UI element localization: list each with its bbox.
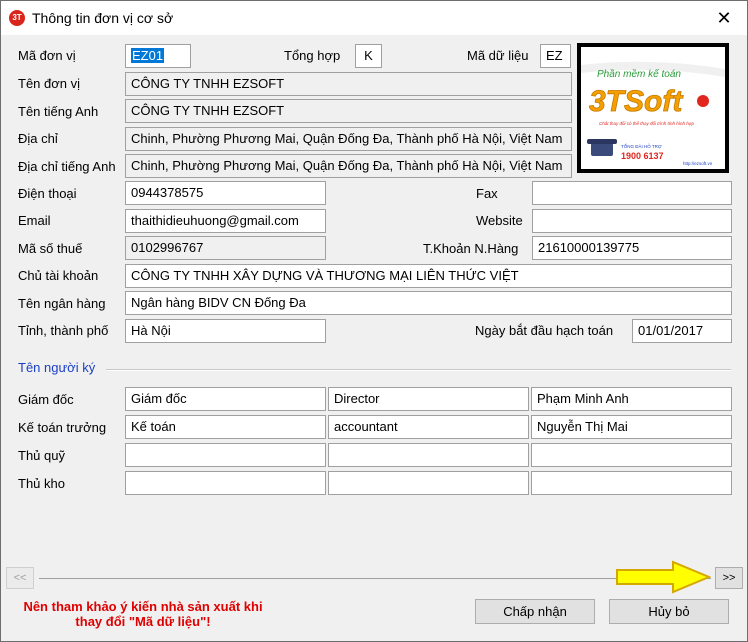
warning-text: Nên tham khảo ý kiến nhà sản xuất khi th… (23, 599, 263, 629)
giam-doc-title-en-input[interactable]: Director (328, 387, 529, 411)
giam-doc-title-vi-input[interactable]: Giám đốc (125, 387, 326, 411)
website-label: Website (476, 213, 523, 228)
dialog-window: 3T Thông tin đơn vị cơ sở ✕ Mã đơn vị EZ… (0, 0, 748, 642)
ke-toan-title-vi-input[interactable]: Kế toán (125, 415, 326, 439)
website-input[interactable] (532, 209, 732, 233)
prev-button[interactable]: << (6, 567, 34, 589)
email-input[interactable]: thaithidieuhuong@gmail.com (125, 209, 326, 233)
ma-so-thue-label: Mã số thuế (18, 241, 83, 256)
ke-toan-truong-label: Kế toán trưởng (18, 420, 107, 435)
tinh-thanh-pho-label: Tỉnh, thành phố (18, 323, 109, 338)
thu-quy-name-input[interactable] (531, 443, 732, 467)
dien-thoai-label: Điện thoại (18, 186, 77, 201)
tong-hop-input[interactable]: K (355, 44, 382, 68)
ten-don-vi-input[interactable]: CÔNG TY TNHH EZSOFT (125, 72, 572, 96)
app-logo-icon: 3T (9, 10, 25, 26)
thu-kho-name-input[interactable] (531, 471, 732, 495)
ngay-bat-dau-label: Ngày bắt đầu hạch toán (475, 323, 614, 338)
logo-graphic: Phần mềm kế toán 3TSoft Chất thay đổi có… (581, 47, 725, 169)
chu-tai-khoan-input[interactable]: CÔNG TY TNHH XÂY DỰNG VÀ THƯƠNG MẠI LIÊN… (125, 264, 732, 288)
ke-toan-title-en-input[interactable]: accountant (328, 415, 529, 439)
email-label: Email (18, 213, 51, 228)
ma-du-lieu-input[interactable]: EZ (540, 44, 571, 68)
chu-tai-khoan-label: Chủ tài khoản (18, 268, 99, 283)
logo-hotline: 1900 6137 (621, 151, 664, 161)
ma-du-lieu-label: Mã dữ liệu (467, 48, 529, 63)
phone-icon (587, 139, 617, 156)
title-bar: 3T Thông tin đơn vị cơ sở ✕ (1, 1, 747, 35)
tinh-thanh-pho-input[interactable]: Hà Nội (125, 319, 326, 343)
thu-kho-title-vi-input[interactable] (125, 471, 326, 495)
dia-chi-tieng-anh-label: Địa chỉ tiếng Anh (18, 159, 116, 174)
ma-don-vi-value: EZ01 (131, 48, 165, 63)
company-logo: Phần mềm kế toán 3TSoft Chất thay đổi có… (577, 43, 729, 173)
tai-khoan-label: T.Khoản N.Hàng (423, 241, 519, 256)
signers-section-label: Tên người ký (18, 360, 96, 375)
dia-chi-tieng-anh-input[interactable]: Chinh, Phường Phương Mai, Quận Đống Đa, … (125, 154, 572, 178)
ten-ngan-hang-input[interactable]: Ngân hàng BIDV CN Đống Đa (125, 291, 732, 315)
thu-quy-title-vi-input[interactable] (125, 443, 326, 467)
tong-hop-label: Tổng hợp (284, 48, 341, 63)
dia-chi-input[interactable]: Chinh, Phường Phương Mai, Quận Đống Đa, … (125, 127, 572, 151)
ngay-bat-dau-input[interactable]: 01/01/2017 (632, 319, 732, 343)
ma-don-vi-label: Mã đơn vị (18, 48, 76, 63)
accept-button[interactable]: Chấp nhận (475, 599, 595, 624)
next-button[interactable]: >> (715, 567, 743, 589)
close-icon[interactable]: ✕ (701, 1, 747, 35)
giam-doc-name-input[interactable]: Phạm Minh Anh (531, 387, 732, 411)
signers-separator (106, 369, 731, 371)
arrow-pointer-icon (616, 560, 711, 594)
thu-kho-title-en-input[interactable] (328, 471, 529, 495)
dien-thoai-input[interactable]: 0944378575 (125, 181, 326, 205)
ten-don-vi-label: Tên đơn vị (18, 76, 80, 91)
ten-tieng-anh-input[interactable]: CÔNG TY TNHH EZSOFT (125, 99, 572, 123)
tai-khoan-input[interactable]: 21610000139775 (532, 236, 732, 260)
logo-subtext: Chất thay đổi có thể thay đổi trình tính… (599, 120, 695, 126)
dia-chi-label: Địa chỉ (18, 131, 58, 146)
fax-label: Fax (476, 186, 498, 201)
ma-so-thue-input[interactable]: 0102996767 (125, 236, 326, 260)
window-title: Thông tin đơn vị cơ sở (32, 10, 174, 26)
giam-doc-label: Giám đốc (18, 392, 74, 407)
thu-kho-label: Thủ kho (18, 476, 65, 491)
thu-quy-title-en-input[interactable] (328, 443, 529, 467)
ke-toan-name-input[interactable]: Nguyễn Thị Mai (531, 415, 732, 439)
logo-hotline-label: TỔNG ĐÀI HỖ TRỢ (621, 143, 662, 149)
logo-tagline: Phần mềm kế toán (597, 68, 681, 80)
ten-ngan-hang-label: Tên ngân hàng (18, 296, 106, 311)
fax-input[interactable] (532, 181, 732, 205)
nav-track (39, 578, 711, 579)
logo-brand: 3TSoft (589, 85, 684, 118)
cancel-button[interactable]: Hủy bỏ (609, 599, 729, 624)
thu-quy-label: Thủ quỹ (18, 448, 65, 463)
ma-don-vi-input[interactable]: EZ01 (125, 44, 191, 68)
logo-url: http://ezsoft.vn (683, 161, 713, 166)
ten-tieng-anh-label: Tên tiếng Anh (18, 104, 99, 119)
